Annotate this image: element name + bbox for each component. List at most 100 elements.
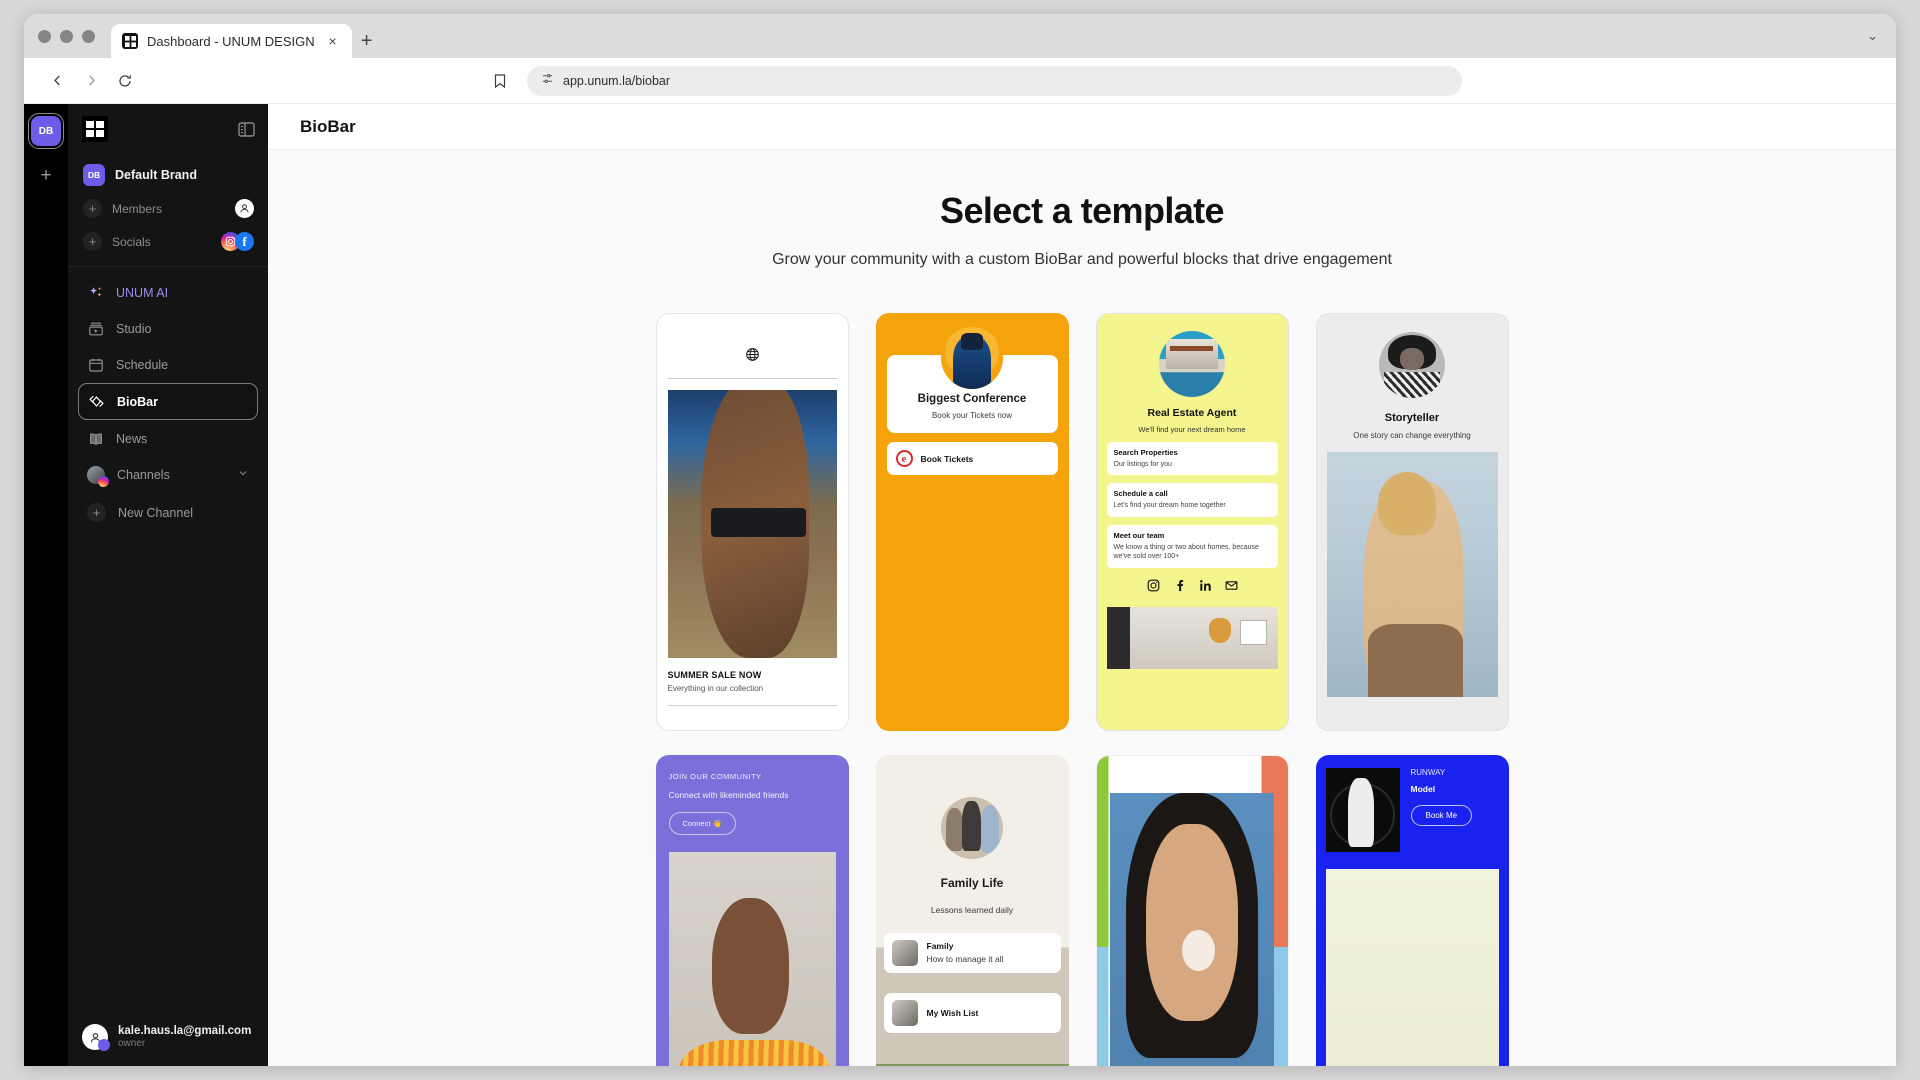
app-shell: DB + DB Default Brand + Members + Social… [24,104,1896,1066]
template-card-biggest-conference[interactable]: Biggest Conference Book your Tickets now… [875,313,1069,731]
divider [667,705,837,706]
sidebar-item-new-channel[interactable]: + New Channel [78,494,258,531]
template-subtitle: We'll find your next dream home [1138,425,1246,434]
template-subtitle: Book your Tickets now [931,411,1013,420]
sidebar-item-biobar[interactable]: BioBar [78,383,258,420]
user-role: owner [118,1038,146,1049]
news-icon [87,430,104,447]
main-header: BioBar [268,104,1896,150]
block-sub: Let's find your dream home together [1113,502,1226,510]
brand-avatar: DB [83,164,105,186]
mail-icon[interactable] [1225,579,1238,597]
template-photo [668,852,836,1066]
sidebar-header [68,104,268,148]
template-photo [1326,452,1498,697]
block-title: Family [926,941,954,952]
plus-icon[interactable]: + [87,503,106,522]
template-caption-title: SUMMER SALE NOW [667,670,762,680]
template-title: Biggest Conference [917,393,1027,405]
template-role: Model [1410,784,1436,794]
template-photo [1106,606,1278,669]
sidebar-item-unum-ai[interactable]: UNUM AI [78,275,258,310]
block-thumb [891,939,918,966]
runway-header: RUNWAY Model Book Me [1325,768,1499,852]
template-block[interactable]: Search Properties Our listings for you [1106,442,1278,476]
plus-icon[interactable]: + [83,199,102,218]
tabstrip-overflow-button[interactable]: ⌄ [1867,14,1886,58]
template-card-summer-sale[interactable]: SUMMER SALE NOW Everything in our collec… [655,313,849,731]
sidebar-item-studio[interactable]: Studio [78,311,258,346]
template-card-beauty-photo[interactable] [1095,755,1289,1066]
browser-tabstrip: Dashboard - UNUM DESIGN × + ⌄ [24,14,1896,58]
linkedin-icon[interactable] [1199,579,1212,597]
sidebar-item-channels[interactable]: Channels [78,457,258,493]
new-tab-button[interactable]: + [352,24,382,58]
book-tickets-button[interactable]: e Book Tickets [886,442,1058,475]
template-photo-lower [1325,869,1499,1066]
template-card-runway-model[interactable]: RUNWAY Model Book Me [1315,755,1509,1066]
members-avatar-group[interactable] [235,199,254,218]
page-title: BioBar [300,116,356,136]
template-block[interactable]: My Wish List [883,993,1061,1034]
close-window-button[interactable] [38,29,51,43]
bookmark-icon[interactable] [487,73,513,89]
sidebar-item-schedule[interactable]: Schedule [78,347,258,382]
eventbrite-icon: e [895,450,913,467]
browser-tab[interactable]: Dashboard - UNUM DESIGN × [111,24,352,58]
sidebar-item-socials[interactable]: + Socials f [78,225,258,258]
biobar-icon [88,393,105,410]
tab-title: Dashboard - UNUM DESIGN [147,33,315,49]
calendar-icon [87,356,104,373]
sidebar-item-label: Channels [117,468,170,482]
sidebar-item-news[interactable]: News [78,421,258,456]
block-thumb [891,1000,918,1027]
template-card-family-life[interactable]: Family Life Lessons learned daily Family… [875,755,1069,1066]
social-badges[interactable]: f [221,232,254,251]
back-button[interactable] [40,64,74,98]
connect-button[interactable]: Connect 👋 [668,812,736,835]
close-tab-button[interactable]: × [324,32,342,50]
template-grid: SUMMER SALE NOW Everything in our collec… [268,313,1896,1066]
sidebar-brand-default-brand[interactable]: DB Default Brand [78,158,258,192]
template-photo [1325,768,1400,852]
template-card-join-our-community[interactable]: JOIN OUR COMMUNITY Connect with likemind… [655,755,849,1066]
maximize-window-button[interactable] [82,29,95,43]
chevron-down-icon[interactable] [237,466,249,484]
book-me-button[interactable]: Book Me [1410,805,1473,826]
block-sub: Our listings for you [1113,461,1172,468]
window-traffic-lights[interactable] [38,14,111,58]
template-block[interactable]: Meet our team We know a thing or two abo… [1106,524,1278,568]
template-avatar [1159,331,1225,397]
sidebar-brand-section: DB Default Brand + Members + Socials f [68,148,268,267]
template-block[interactable]: Schedule a call Let's find your dream ho… [1106,483,1278,517]
sidebar-nav: UNUM AI Studio Schedule BioBar News Chan… [68,267,268,539]
instagram-icon[interactable] [1147,579,1160,597]
template-subtitle: Lessons learned daily [930,905,1014,916]
facebook-icon[interactable] [1173,579,1186,597]
avatar [82,1024,110,1051]
template-gallery: Select a template Grow your community wi… [268,150,1896,1066]
channel-thumb-icon [87,466,109,487]
template-title: Real Estate Agent [1147,407,1237,419]
plus-icon[interactable]: + [83,232,102,251]
browser-window: Dashboard - UNUM DESIGN × + ⌄ app.unum.l… [24,14,1896,1066]
sidebar-item-label: Socials [112,234,151,249]
panel-toggle-icon[interactable] [236,119,256,139]
divider [667,378,837,379]
workspace-rail: DB + [24,104,68,1066]
block-sub: How to manage it all [926,954,1004,965]
address-bar[interactable]: app.unum.la/biobar [527,65,1462,96]
minimize-window-button[interactable] [60,29,73,43]
template-block[interactable]: Family How to manage it all [883,932,1061,973]
add-workspace-button[interactable]: + [40,166,51,185]
workspace-avatar-db[interactable]: DB [27,112,65,150]
sidebar-item-label: Members [112,201,163,216]
site-settings-icon[interactable] [541,72,554,90]
template-card-storyteller[interactable]: Storyteller One story can change everyth… [1315,313,1509,731]
studio-icon [87,320,104,337]
forward-button[interactable] [74,64,108,98]
sidebar-user-footer[interactable]: kale.haus.la@gmail.com owner [68,1010,268,1066]
reload-button[interactable] [108,64,142,98]
template-card-real-estate-agent[interactable]: Real Estate Agent We'll find your next d… [1095,313,1289,731]
sidebar-item-members[interactable]: + Members [78,192,258,225]
